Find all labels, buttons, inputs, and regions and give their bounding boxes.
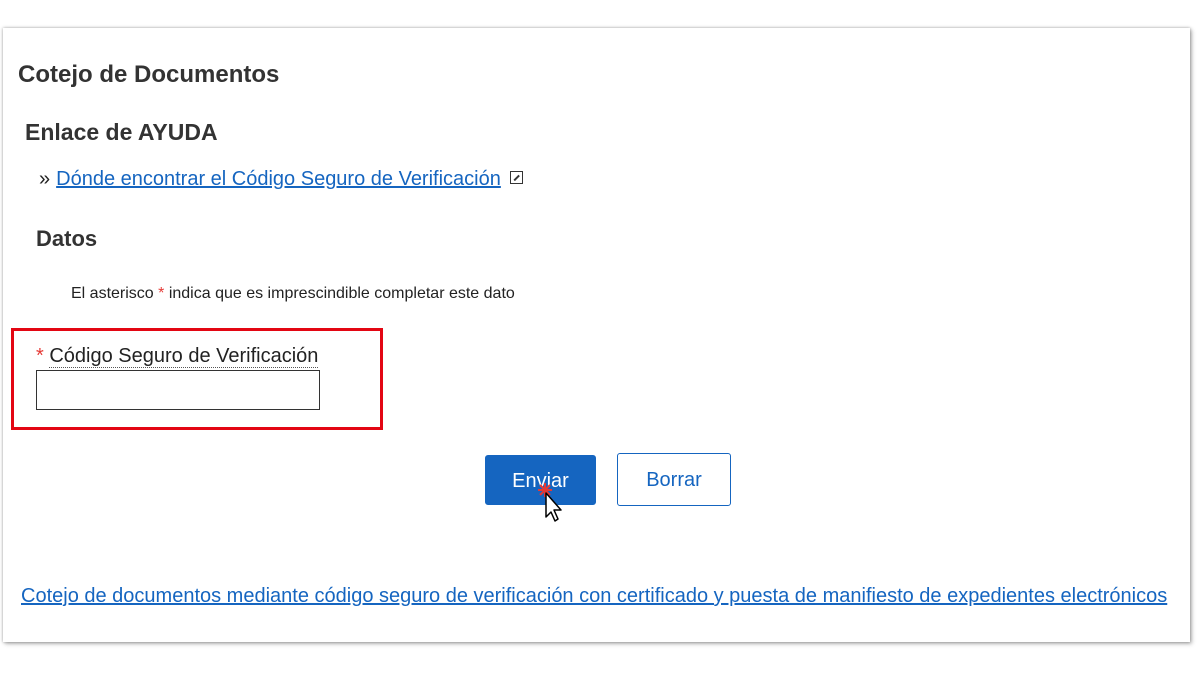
required-note-prefix: El asterisco (71, 285, 159, 302)
help-heading: Enlace de AYUDA (25, 119, 218, 145)
csv-field-highlight: * Código Seguro de Verificación (11, 328, 383, 430)
page-title: Cotejo de Documentos (18, 61, 280, 88)
csv-field-label: * Código Seguro de Verificación (36, 345, 319, 368)
form-panel: Cotejo de Documentos Enlace de AYUDA » Dó… (3, 28, 1190, 642)
help-link-csv[interactable]: Dónde encontrar el Código Seguro de Veri… (56, 168, 501, 190)
click-indicator-icon (538, 483, 552, 497)
required-note: El asterisco * indica que es imprescindi… (71, 285, 515, 303)
footer-link[interactable]: Cotejo de documentos mediante código seg… (21, 584, 1186, 609)
bullet: » (39, 168, 51, 190)
csv-required-mark: * (36, 345, 44, 367)
csv-label-text: Código Seguro de Verificación (49, 345, 319, 368)
help-link-row: » Dónde encontrar el Código Seguro de Ver… (39, 168, 523, 191)
clear-button[interactable]: Borrar (617, 453, 731, 506)
pointer-cursor-icon (538, 483, 562, 522)
data-heading: Datos (36, 226, 98, 251)
csv-input[interactable] (36, 370, 320, 410)
required-note-suffix: indica que es imprescindible completar e… (164, 285, 515, 302)
external-link-icon[interactable] (509, 171, 523, 184)
